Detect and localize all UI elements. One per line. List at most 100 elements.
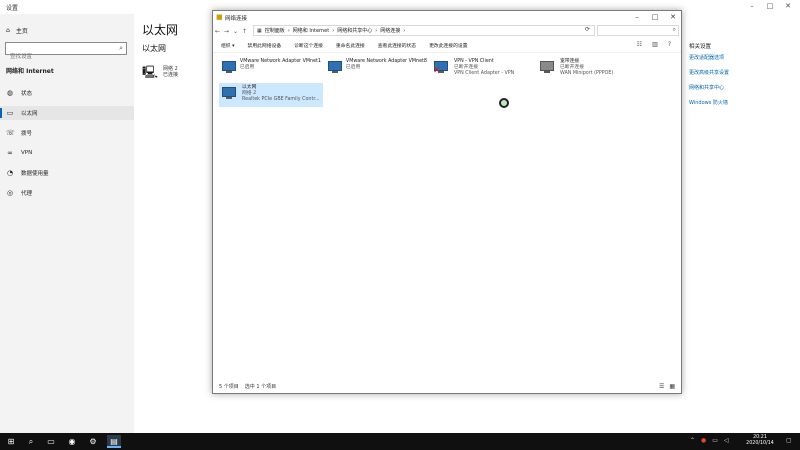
page-title: 以太网	[142, 23, 179, 37]
view-options-icon[interactable]: ☷	[637, 41, 642, 48]
home-nav-item[interactable]: ⌂ 主页	[6, 26, 28, 35]
adapter-device: WAN Miniport (PPPOE)	[560, 71, 614, 76]
view-status-button[interactable]: 查看此连接的状态	[378, 42, 416, 49]
vpn-icon: ∞	[7, 149, 13, 157]
sidebar-item-dialup[interactable]: ☏ 拨号	[0, 126, 134, 140]
start-windows-icon[interactable]: ⊞	[4, 435, 18, 448]
task-view-icon[interactable]: ▭	[44, 435, 58, 448]
sidebar-item-label: 状态	[21, 91, 33, 97]
breadcrumb-item[interactable]: 网络连接	[380, 27, 400, 34]
sidebar-item-label: 以太网	[21, 111, 38, 117]
explorer-search-box[interactable]: ⌕	[597, 25, 679, 36]
link-change-adapter-options[interactable]: 更改适配器选项	[689, 54, 789, 61]
diagnose-button[interactable]: 诊断这个连接	[294, 42, 323, 49]
adapter-vmnet1[interactable]: VMware Network Adapter VMnet1 已启用	[219, 57, 323, 81]
explorer-window-title: 网络连接	[225, 16, 248, 22]
tiles-view-icon[interactable]: ▦	[669, 383, 675, 390]
page-subtitle: 以太网	[142, 44, 166, 53]
address-bar[interactable]: ▦ 控制面板 › 网络和 Internet › 网络和共享中心 › 网络连接 ›	[253, 25, 595, 36]
minimize-button[interactable]: –	[746, 2, 758, 10]
settings-search-input[interactable]	[6, 51, 110, 63]
app-circle-icon[interactable]: ◉	[65, 435, 79, 448]
sidebar-section-title: 网络和 Internet	[6, 68, 54, 75]
network-connections-window: ■ 网络连接 – □ ✕ ← → ⌄ ↑ ▦ 控制面板 › 网络和 Intern…	[212, 10, 682, 394]
organize-menu[interactable]: 组织 ▾	[221, 42, 235, 49]
details-view-icon[interactable]: ☰	[659, 383, 664, 390]
breadcrumb-item[interactable]: 网络和共享中心	[337, 27, 372, 34]
phone-icon: ☏	[6, 129, 15, 137]
rename-button[interactable]: 重命名此连接	[336, 42, 365, 49]
command-bar: 组织 ▾ 禁用此网络设备 诊断这个连接 重命名此连接 查看此连接的状态 更改此连…	[213, 39, 681, 53]
dialup-connection-icon	[539, 59, 557, 75]
settings-sidebar: ⌂ 主页 ⌕ 网络和 Internet ◍ 状态 ▭ 以太网 ☏ 拨号 ∞ VP…	[0, 14, 134, 433]
sidebar-item-label: 代理	[21, 191, 33, 197]
status-view-toggles: ☰ ▦	[659, 383, 675, 390]
related-settings-title: 相关设置	[689, 44, 712, 50]
tray-volume-icon[interactable]: ◁	[724, 437, 729, 444]
tray-chevron-up-icon[interactable]: ⌃	[690, 437, 695, 444]
link-windows-firewall[interactable]: Windows 防火墙	[689, 99, 789, 106]
refresh-icon[interactable]: ⟳	[585, 26, 590, 33]
network-folder-icon: ■	[216, 13, 223, 21]
change-settings-button[interactable]: 更改此连接的设置	[429, 42, 467, 49]
item-count: 5 个项目	[219, 384, 239, 390]
taskbar-search-icon[interactable]: ⌕	[24, 435, 38, 448]
settings-window-title: 设置	[6, 5, 19, 12]
link-advanced-sharing[interactable]: 更改高级共享设置	[689, 69, 789, 76]
taskbar: ⊞ ⌕ ▭ ◉ ⚙ ▤ ⌃ ● ▭ ◁ 20:21 2020/10/14 ▢	[0, 433, 800, 450]
adapter-vmnet8[interactable]: VMware Network Adapter VMnet8 已启用	[325, 57, 429, 81]
ethernet-adapter-card[interactable]: 🖳 网络 2 已连接	[142, 66, 178, 78]
click-indicator-cursor	[499, 98, 509, 108]
taskbar-clock[interactable]: 20:21 2020/10/14	[740, 435, 780, 447]
taskbar-network-window-icon[interactable]: ▤	[107, 435, 121, 448]
close-button[interactable]: ✕	[782, 2, 794, 10]
breadcrumb-item[interactable]: 网络和 Internet	[293, 27, 329, 34]
sidebar-item-vpn[interactable]: ∞ VPN	[0, 146, 134, 160]
app-gear-icon[interactable]: ⚙	[86, 435, 100, 448]
settings-search-box[interactable]: ⌕	[5, 42, 127, 63]
computer-icon: 🖳	[142, 65, 159, 79]
adapter-status: 已连接	[163, 72, 179, 78]
explorer-close-button[interactable]: ✕	[667, 13, 679, 21]
breadcrumb-separator: ›	[403, 27, 406, 34]
control-panel-icon: ▦	[257, 27, 262, 34]
back-icon[interactable]: ←	[213, 28, 222, 35]
network-adapter-disconnected-icon: ✕	[433, 59, 451, 76]
sidebar-item-proxy[interactable]: ◎ 代理	[0, 186, 134, 200]
network-adapter-icon	[221, 85, 239, 101]
view-controls: ☷ ▥ ?	[637, 41, 671, 48]
link-network-sharing-center[interactable]: 网络和共享中心	[689, 84, 789, 91]
adapter-device: VPN Client Adapter - VPN	[454, 71, 515, 76]
adapter-status: 已启用	[345, 65, 361, 70]
selected-count: 选中 1 个项目	[244, 384, 277, 390]
adapter-broadband[interactable]: 宽带连接 已断开连接 WAN Miniport (PPPOE)	[537, 57, 641, 81]
up-icon[interactable]: ↑	[240, 28, 249, 35]
disable-device-button[interactable]: 禁用此网络设备	[248, 42, 282, 49]
ethernet-icon: ▭	[6, 109, 14, 117]
breadcrumb-item[interactable]: 控制面板	[265, 27, 285, 34]
breadcrumb-separator: ›	[332, 27, 335, 34]
explorer-minimize-button[interactable]: –	[631, 13, 643, 21]
network-adapter-icon	[221, 59, 237, 75]
tray-network-icon[interactable]: ▭	[712, 437, 718, 444]
forward-icon[interactable]: →	[222, 28, 231, 35]
clock-date: 2020/10/14	[746, 441, 774, 446]
chevron-down-icon[interactable]: ⌄	[231, 28, 240, 35]
maximize-button[interactable]: □	[764, 2, 776, 10]
notification-center-icon[interactable]: ▢	[786, 437, 792, 444]
sidebar-item-data-usage[interactable]: ◔ 数据使用量	[0, 166, 134, 180]
explorer-maximize-button[interactable]: □	[649, 13, 661, 21]
adapter-vpn-client[interactable]: ✕ VPN - VPN Client 已断开连接 VPN Client Adap…	[431, 57, 535, 81]
address-row: ← → ⌄ ↑ ▦ 控制面板 › 网络和 Internet › 网络和共享中心 …	[213, 24, 681, 38]
adapter-ethernet[interactable]: 以太网 网络 2 Realtek PCIe GBE Family Contr..…	[219, 83, 323, 107]
preview-pane-icon[interactable]: ▥	[652, 41, 658, 48]
search-icon: ⌕	[119, 44, 123, 52]
sidebar-item-label: 数据使用量	[21, 171, 49, 177]
data-usage-icon: ◔	[6, 169, 14, 177]
sidebar-item-ethernet[interactable]: ▭ 以太网	[0, 106, 134, 120]
help-icon[interactable]: ?	[668, 41, 671, 48]
tray-alert-icon[interactable]: ●	[701, 437, 706, 444]
explorer-statusbar: 5 个项目 选中 1 个项目	[219, 383, 276, 390]
system-tray: ⌃ ● ▭ ◁	[690, 437, 729, 444]
sidebar-item-status[interactable]: ◍ 状态	[0, 86, 134, 100]
